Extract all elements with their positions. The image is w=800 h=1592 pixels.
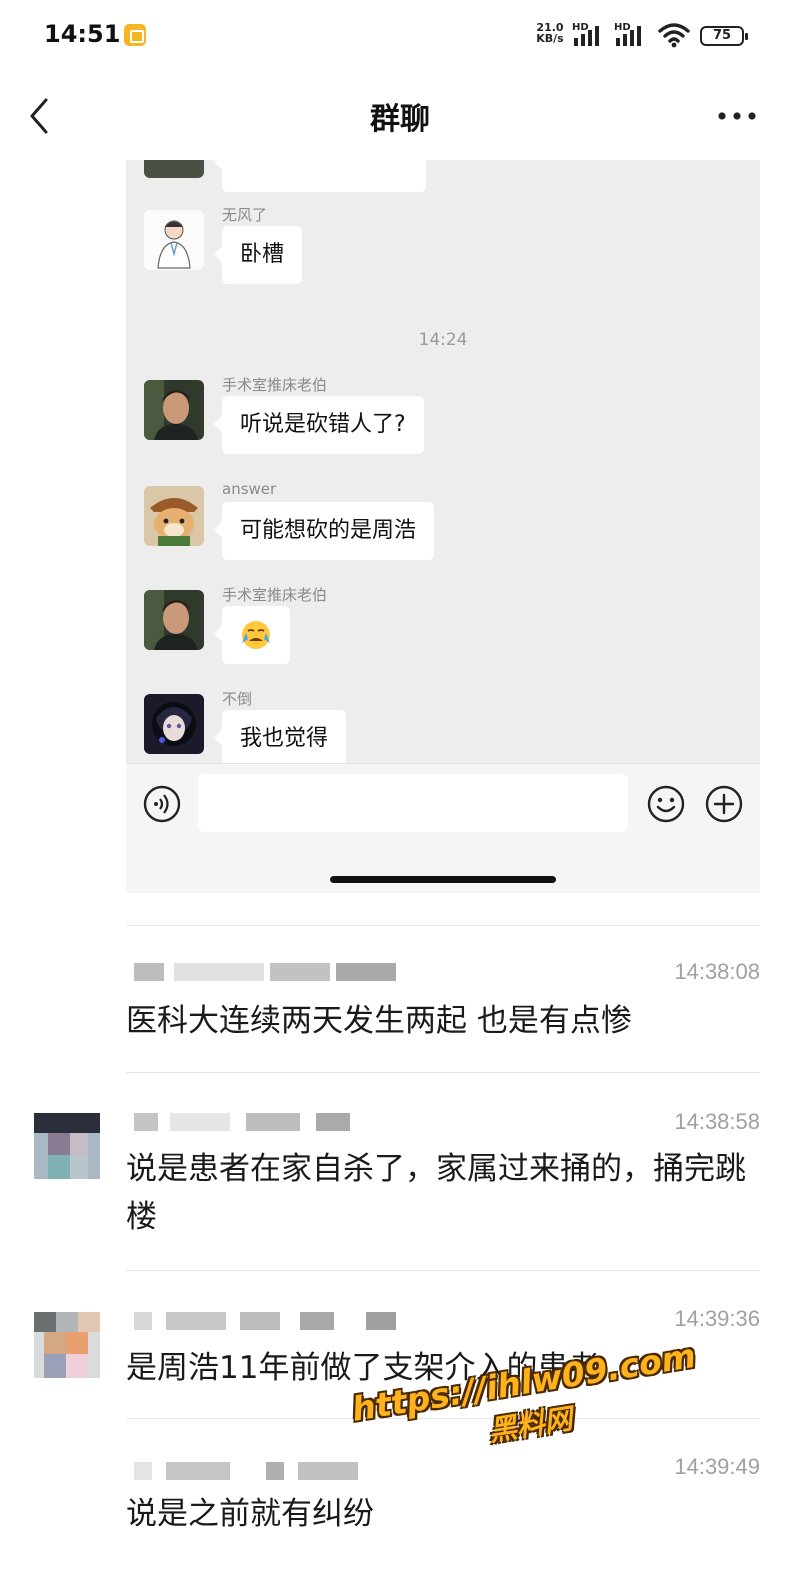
divider xyxy=(126,1270,760,1271)
sender-name: 无风了 xyxy=(222,206,268,224)
network-speed: 21.0 KB/s xyxy=(535,22,565,44)
commenter-name-blurred xyxy=(130,1462,400,1482)
commenter-name-blurred xyxy=(130,963,400,983)
message-input[interactable] xyxy=(198,774,628,832)
divider xyxy=(126,1418,760,1419)
commenter-name-blurred xyxy=(130,1312,400,1332)
commenter-avatar-blurred xyxy=(34,1113,100,1179)
sender-name: answer xyxy=(222,480,277,498)
sender-name: 不倒 xyxy=(222,690,253,708)
plus-icon[interactable] xyxy=(704,784,744,824)
message-bubble: 可能想砍的是周浩 xyxy=(213,502,435,560)
more-dots-icon[interactable] xyxy=(716,104,760,128)
hd-label: HD xyxy=(614,22,631,33)
hd-label: HD xyxy=(572,22,589,33)
comment-item: 14:38:58 说是患者在家自杀了，家属过来捅的，捅完跳楼 xyxy=(0,1105,800,1265)
commenter-name-blurred xyxy=(130,1113,400,1133)
page-title: 群聊 xyxy=(370,102,430,137)
man-photo-avatar xyxy=(144,590,204,650)
comment-item: 14:39:49 说是之前就有纠纷 xyxy=(0,1450,800,1560)
message-bubble xyxy=(214,160,426,192)
comment-text: 是周浩11年前做了支架介入的患者 xyxy=(126,1350,600,1386)
network-speed-unit: KB/s xyxy=(536,32,564,45)
comment-time: 14:39:49 xyxy=(674,1454,760,1479)
chat-timestamp: 14:24 xyxy=(418,330,468,350)
message-bubble: 听说是砍错人了? xyxy=(214,396,424,454)
commenter-avatar-blurred xyxy=(34,1312,100,1378)
doctor-cartoon-avatar xyxy=(144,210,204,270)
signal-icon: HD xyxy=(614,22,654,46)
comment-text: 说是之前就有纠纷 xyxy=(126,1496,374,1532)
comment-text: 医科大连续两天发生两起 也是有点惨 xyxy=(126,1003,632,1039)
emoji-icon[interactable] xyxy=(646,784,686,824)
signal-icon: HD xyxy=(572,22,612,46)
message-bubble xyxy=(214,606,290,664)
message-bubble: 卧槽 xyxy=(213,226,303,284)
status-bar: 14:51 21.0 KB/s HD HD 75 xyxy=(0,0,800,74)
title-bar: 群聊 xyxy=(0,74,800,160)
comment-item: 14:38:08 医科大连续两天发生两起 也是有点惨 xyxy=(0,955,800,1075)
app-notification-icon xyxy=(124,24,146,46)
message-bubble: 我也觉得 xyxy=(213,710,347,768)
sender-name: 手术室推床老伯 xyxy=(222,376,328,394)
divider xyxy=(126,1072,760,1073)
comment-text: 说是患者在家自杀了，家属过来捅的，捅完跳楼 xyxy=(126,1151,746,1235)
comment-time: 14:38:08 xyxy=(674,959,760,984)
battery-icon: 75 xyxy=(700,26,748,46)
status-time: 14:51 xyxy=(44,20,121,48)
wifi-icon xyxy=(658,23,690,48)
partial-avatar xyxy=(144,160,204,178)
crying-emoji-icon xyxy=(242,621,270,649)
embedded-chat-screenshot: 无风了 卧槽 14:24 手术室推床老伯 听说是砍错人了? answer 可能想… xyxy=(126,160,760,893)
voice-icon[interactable] xyxy=(142,784,182,824)
sender-name: 手术室推床老伯 xyxy=(222,586,328,604)
comment-time: 14:39:36 xyxy=(674,1306,760,1331)
comment-time: 14:38:58 xyxy=(674,1109,760,1134)
anime-dark-avatar xyxy=(144,694,204,754)
chat-input-row xyxy=(126,763,760,893)
home-indicator xyxy=(330,876,556,883)
comment-item: 14:39:36 是周浩11年前做了支架介入的患者 xyxy=(0,1302,800,1412)
dog-photo-avatar xyxy=(144,486,204,546)
man-photo-avatar xyxy=(144,380,204,440)
divider xyxy=(126,925,760,926)
